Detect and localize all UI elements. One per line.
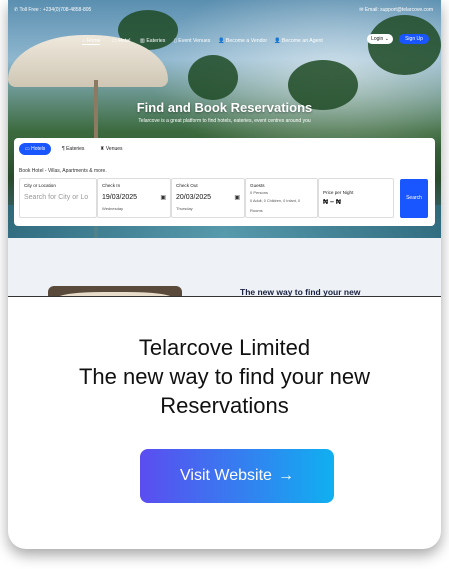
tab-venues[interactable]: ♜ Venues [94,143,129,155]
arrow-right-icon: → [277,467,294,484]
fork-icon: ¶ [62,146,65,152]
visit-website-label: Visit Website [180,467,272,484]
card-title-line: The new way to find your new [78,364,371,389]
checkout-label: Check Out [176,183,198,188]
guests-rooms: Rooms [250,208,263,213]
city-field[interactable]: City or Location Search for City or Lo [19,178,97,218]
nav-event-venues[interactable]: ▯ Event Venues [174,38,210,44]
guests-field[interactable]: Guests 0 Persons 0 Adult, 0 Children, 0 … [245,178,318,218]
tab-hotels[interactable]: ▭ Hotels [19,143,52,155]
tab-eateries[interactable]: ¶ Eateries [56,143,90,155]
card-title-line: Telarcove Limited [138,335,311,360]
guests-label: Guests [250,183,265,188]
top-bar: ✆ Toll Free : +234(0)708-4858-805 ✉ Emai… [8,4,441,18]
checkin-day: Wednesday [102,206,124,211]
promo-image [48,286,182,296]
visit-website-button[interactable]: Visit Website → [140,449,334,503]
guests-breakdown: 0 Adult, 0 Children, 0 Infant, 0 [250,199,301,203]
divider [8,296,441,297]
city-input[interactable]: Search for City or Lo [24,194,88,201]
nav-eateries[interactable]: ▥ Eateries [140,38,165,44]
nav-hotel[interactable]: ▭ Hotel [112,38,130,44]
checkin-input[interactable]: 19/03/2025 [102,194,137,201]
card-title-line: Reservations [160,393,289,418]
calendar-icon[interactable]: ▣ [234,194,240,201]
nav-home[interactable]: ⌂ Home [82,38,101,45]
search-subline: Book Hotel - Villas, Apartments & more. [19,168,107,174]
search-panel: ▭ Hotels ¶ Eateries ♜ Venues Book Hotel … [14,138,435,226]
checkin-label: Check In [102,183,121,188]
preview-card: ✆ Toll Free : +234(0)708-4858-805 ✉ Emai… [8,0,441,549]
price-label: Price per Night [323,190,354,195]
section-tagline: The new way to find your new [240,287,361,296]
hero-title: Find and Book Reservations [136,100,313,115]
checkout-field[interactable]: Check Out 20/03/2025 ▣ Thursday [171,178,245,218]
nav-become-vendor[interactable]: 👤 Become a Vendor [218,38,267,44]
checkout-input[interactable]: 20/03/2025 [176,194,211,201]
checkin-field[interactable]: Check In 19/03/2025 ▣ Wednesday [97,178,171,218]
price-range[interactable]: ₦ – ₦ [323,199,341,206]
city-label: City or Location [24,183,56,188]
signup-button[interactable]: Sign Up [399,34,429,44]
email-text: ✉ Email: support@telarcove.com [359,7,433,13]
hero-subtitle: Telarcove is a great platform to find ho… [138,118,311,124]
below-hero-section: The new way to find your new [8,238,441,296]
hotel-icon: ▭ [25,146,30,152]
search-button[interactable]: Search [400,179,428,218]
login-button[interactable]: Login ⌄ [367,34,393,44]
phone-text: ✆ Toll Free : +234(0)708-4858-805 [14,7,92,13]
nav-become-agent[interactable]: 👤 Become an Agent [274,38,323,44]
calendar-icon[interactable]: ▣ [160,194,166,201]
website-screenshot: ✆ Toll Free : +234(0)708-4858-805 ✉ Emai… [8,0,441,296]
price-field[interactable]: Price per Night ₦ – ₦ [318,178,394,218]
palm-tree [188,55,238,100]
venue-icon: ♜ [100,146,105,152]
card-title: Telarcove Limited The new way to find yo… [8,333,441,420]
guests-value: 0 Persons [250,190,269,195]
checkout-day: Thursday [176,206,193,211]
